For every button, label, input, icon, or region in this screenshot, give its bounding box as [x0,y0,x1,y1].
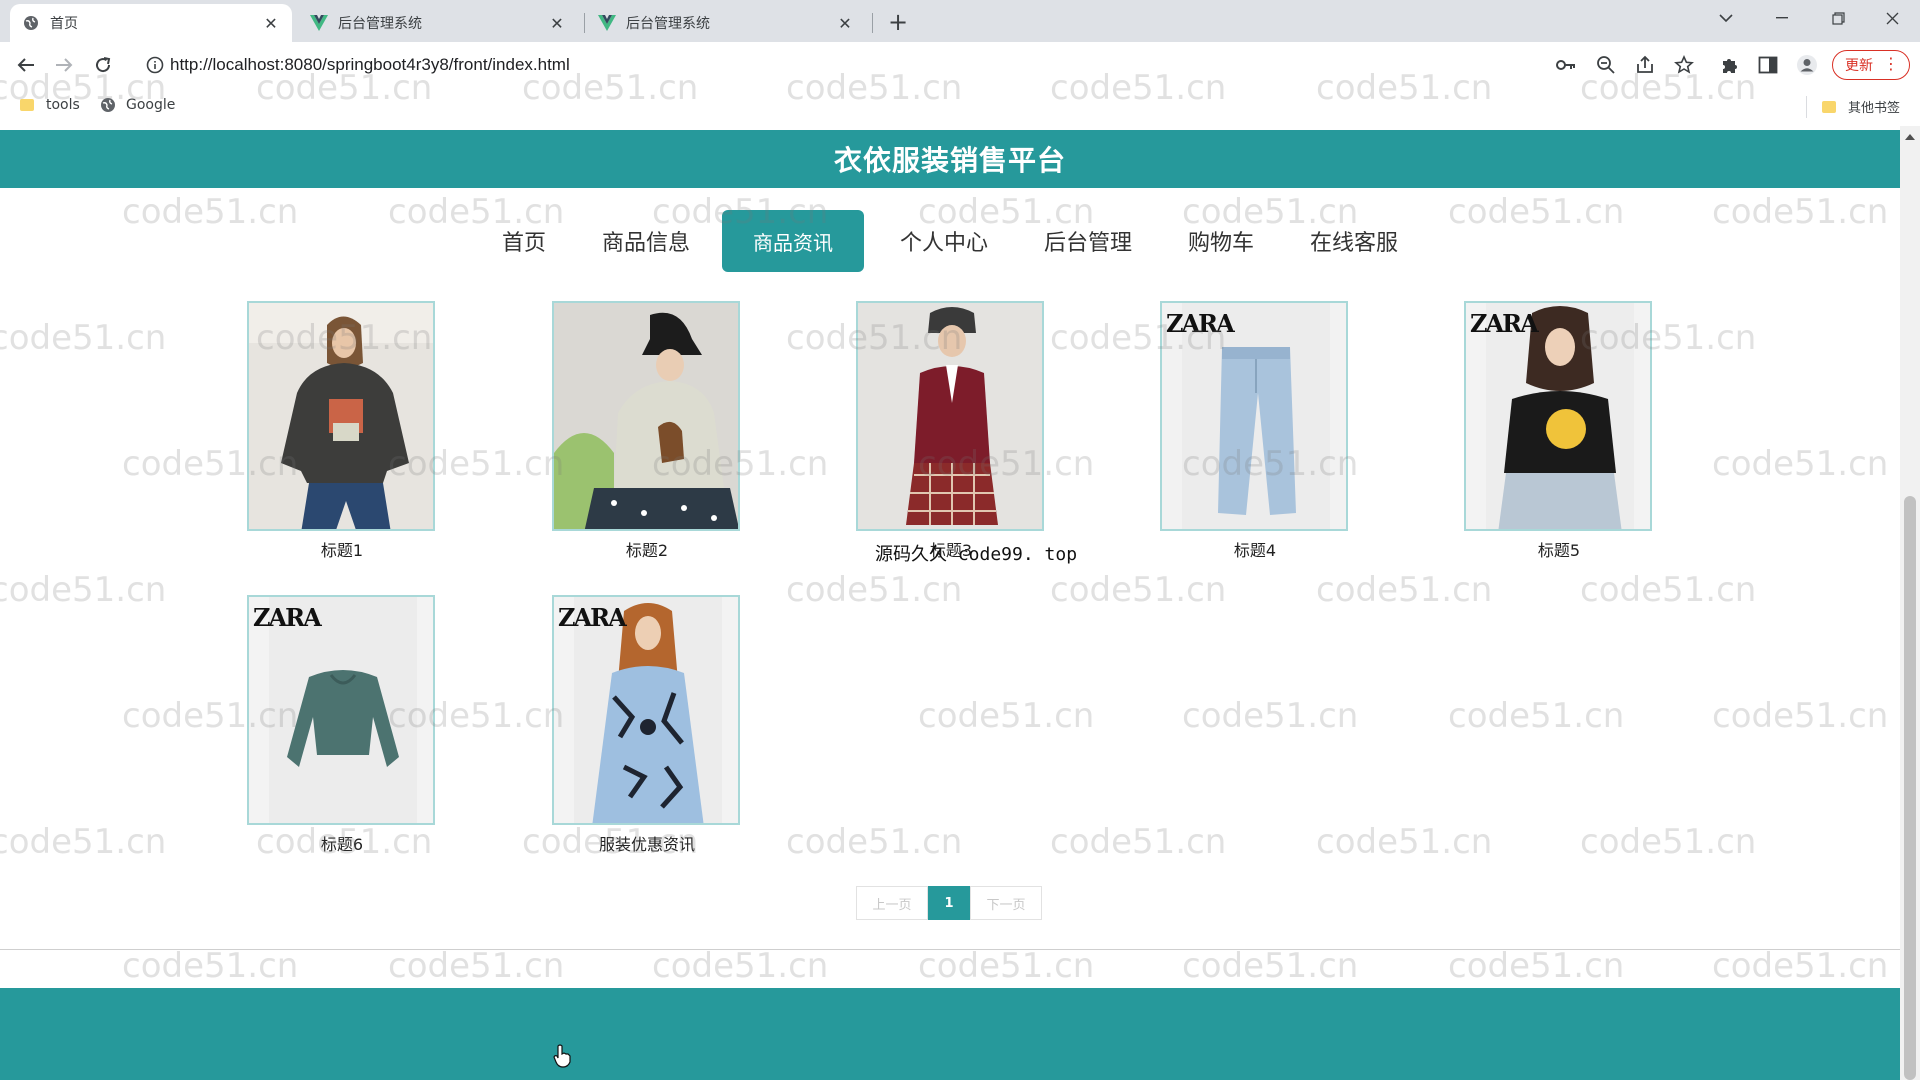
news-caption[interactable]: 标题1 [247,537,437,561]
zara-logo: ZARA [1470,309,1539,338]
close-window-icon[interactable] [1868,0,1916,36]
nav-online-service[interactable]: 在线客服 [1298,210,1410,272]
prev-page-button[interactable]: 上一页 [856,886,928,920]
news-card[interactable]: 标题1 [247,301,437,561]
tab-home[interactable]: 首页 ✕ [10,4,292,42]
side-panel-icon[interactable] [1756,53,1780,77]
site-nav: 首页 商品信息 商品资讯 个人中心 后台管理 购物车 在线客服 [0,210,1900,272]
nav-products[interactable]: 商品信息 [590,210,702,272]
news-caption[interactable]: 标题2 [552,537,742,561]
zara-logo: ZARA [1166,309,1235,338]
news-card[interactable]: ZARA 标题4 [1160,301,1350,561]
back-arrow-icon[interactable] [12,51,40,79]
news-image-burgundy-cardigan[interactable] [856,301,1044,531]
site-info-icon[interactable] [140,56,170,74]
other-bookmarks[interactable]: 其他书签 [1822,97,1900,116]
restore-icon[interactable] [1814,0,1862,36]
news-card[interactable]: 标题2 [552,301,742,561]
tab-admin-1[interactable]: 后台管理系统 ✕ [298,4,578,42]
share-icon[interactable] [1633,53,1657,77]
tab-separator [584,13,585,33]
scrollbar-thumb[interactable] [1904,496,1916,1080]
zoom-out-icon[interactable] [1594,53,1618,77]
vue-logo-icon [598,14,616,32]
bookmark-label: tools [46,97,80,113]
page-viewport: 衣依服装销售平台 首页 商品信息 商品资讯 个人中心 后台管理 购物车 在线客服 [0,126,1900,1080]
other-bookmarks-label: 其他书签 [1848,101,1901,116]
site-header: 衣依服装销售平台 [0,130,1900,188]
tab-title: 后台管理系统 [626,16,710,32]
more-menu-icon[interactable]: ⋮ [1883,54,1899,73]
new-tab-button[interactable]: + [884,9,912,37]
key-icon[interactable] [1554,53,1578,77]
close-icon[interactable]: ✕ [548,14,566,33]
site-title: 衣依服装销售平台 [833,144,1066,177]
current-page-button[interactable]: 1 [928,886,970,920]
pagination: 上一页 1 下一页 [856,886,1042,920]
nav-personal-center[interactable]: 个人中心 [888,210,1000,272]
news-caption[interactable]: 服装优惠资讯 [552,831,742,855]
news-card[interactable]: 标题3 [856,301,1046,561]
news-image-zara-floral-dress[interactable]: ZARA [552,595,740,825]
hand-cursor-icon [552,1044,572,1072]
reload-icon[interactable] [89,51,117,79]
zara-logo: ZARA [253,603,322,632]
news-caption[interactable]: 标题5 [1464,537,1654,561]
address-bar[interactable]: http://localhost:8080/springboot4r3y8/fr… [134,49,1610,81]
scroll-up-arrow-icon[interactable] [1905,134,1915,140]
news-image-zara-jeans[interactable]: ZARA [1160,301,1348,531]
news-card[interactable]: ZARA 标题5 [1464,301,1654,561]
tab-title: 后台管理系统 [338,16,422,32]
forward-arrow-icon[interactable] [50,51,78,79]
bookmark-tools[interactable]: tools [20,97,80,113]
news-image-zara-green-sweatshirt[interactable]: ZARA [247,595,435,825]
nav-home[interactable]: 首页 [488,210,560,272]
profile-avatar-icon[interactable] [1795,53,1819,77]
tab-title: 首页 [50,16,78,32]
news-card[interactable]: ZARA 服装优惠资讯 [552,595,742,855]
next-page-button[interactable]: 下一页 [970,886,1042,920]
bookmark-google[interactable]: Google [100,97,175,113]
url-text: http://localhost:8080/springboot4r3y8/fr… [170,55,570,74]
globe-icon [22,14,40,32]
site-footer [0,988,1900,1080]
folder-icon [1822,100,1836,113]
tab-search-chevron-icon[interactable] [1702,0,1750,36]
page-scrollbar[interactable] [1900,126,1920,1080]
news-caption[interactable]: 标题6 [247,831,437,855]
zara-logo: ZARA [558,603,627,632]
news-caption[interactable]: 标题4 [1160,537,1350,561]
update-button[interactable]: 更新 ⋮ [1832,50,1910,80]
vue-logo-icon [310,14,328,32]
bookmark-label: Google [126,97,176,113]
browser-toolbar: http://localhost:8080/springboot4r3y8/fr… [0,42,1920,88]
close-icon[interactable]: ✕ [836,14,854,33]
watermark-overlay-text: 源码久久 code99. top [875,544,1078,565]
nav-admin[interactable]: 后台管理 [1032,210,1144,272]
bookmarks-bar: tools Google 其他书签 [0,88,1920,126]
close-icon[interactable]: ✕ [262,14,280,33]
minimize-icon[interactable] [1758,0,1806,36]
tab-separator [872,13,873,33]
news-card[interactable]: ZARA 标题6 [247,595,437,855]
news-image-grey-sweatshirt[interactable] [247,301,435,531]
nav-product-news[interactable]: 商品资讯 [722,210,864,272]
news-image-bucket-hat-sweater[interactable] [552,301,740,531]
update-label: 更新 [1845,58,1873,74]
tab-admin-2[interactable]: 后台管理系统 ✕ [586,4,866,42]
globe-icon [100,97,116,113]
footer-divider [0,949,1900,950]
bookmark-divider [1806,96,1807,118]
bookmark-star-icon[interactable] [1672,53,1696,77]
news-image-zara-tshirt[interactable]: ZARA [1464,301,1652,531]
browser-tab-bar: 首页 ✕ 后台管理系统 ✕ 后台管理系统 ✕ + [0,0,1920,42]
extensions-puzzle-icon[interactable] [1718,53,1742,77]
folder-icon [20,99,34,111]
nav-cart[interactable]: 购物车 [1176,210,1266,272]
